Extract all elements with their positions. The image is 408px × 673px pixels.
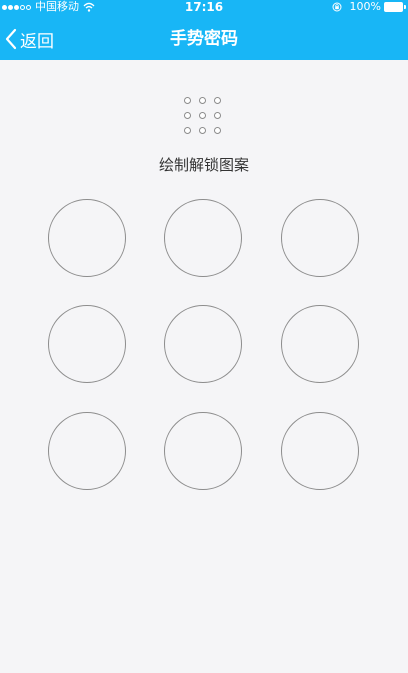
pattern-grid (0, 0, 408, 673)
gesture-node[interactable] (281, 305, 359, 383)
gesture-node[interactable] (48, 412, 126, 490)
gesture-node[interactable] (164, 305, 242, 383)
gesture-node[interactable] (281, 412, 359, 490)
gesture-node[interactable] (281, 199, 359, 277)
gesture-node[interactable] (164, 412, 242, 490)
gesture-node[interactable] (48, 199, 126, 277)
gesture-node[interactable] (48, 305, 126, 383)
gesture-node[interactable] (164, 199, 242, 277)
